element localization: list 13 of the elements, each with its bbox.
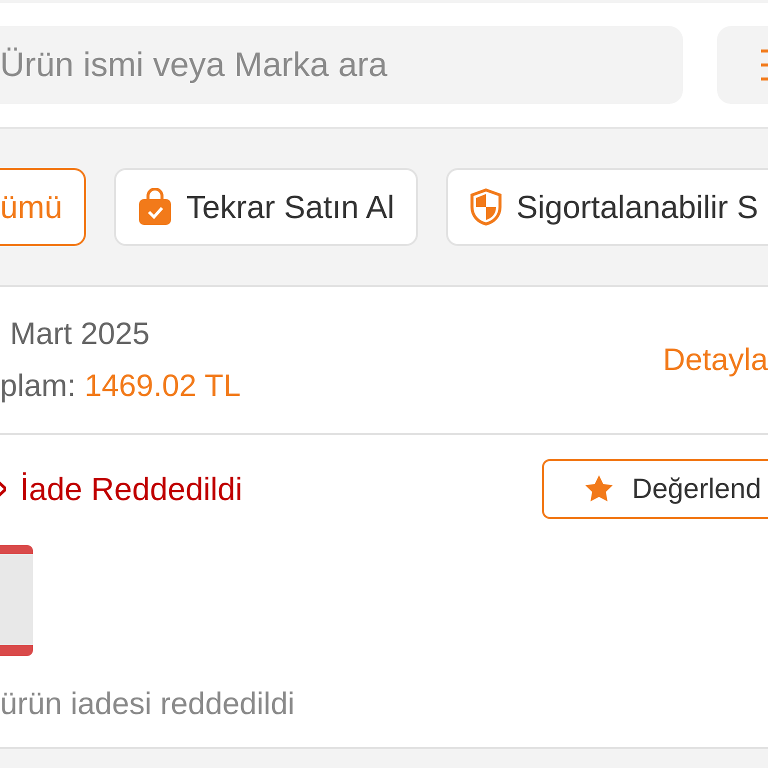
lines-icon <box>761 47 768 83</box>
filter-chip[interactable]: Tekrar Satın Al <box>114 168 418 246</box>
shopping-bag-icon <box>138 188 172 226</box>
filter-chip[interactable]: Sigortalanabilir S <box>446 168 768 246</box>
star-icon <box>584 474 614 504</box>
return-status: İade Reddedildi <box>20 470 242 508</box>
shield-icon <box>470 188 502 226</box>
search-field[interactable]: Ürün ismi veya Marka ara <box>0 26 683 104</box>
order-date: Mart 2025 <box>9 316 151 352</box>
order-total: plam: 1469.02 TL <box>0 368 241 404</box>
icon-button[interactable] <box>717 26 768 104</box>
rate-button[interactable]: Değerlend <box>542 459 768 519</box>
return-note: ürün iadesi reddedildi <box>0 686 296 722</box>
